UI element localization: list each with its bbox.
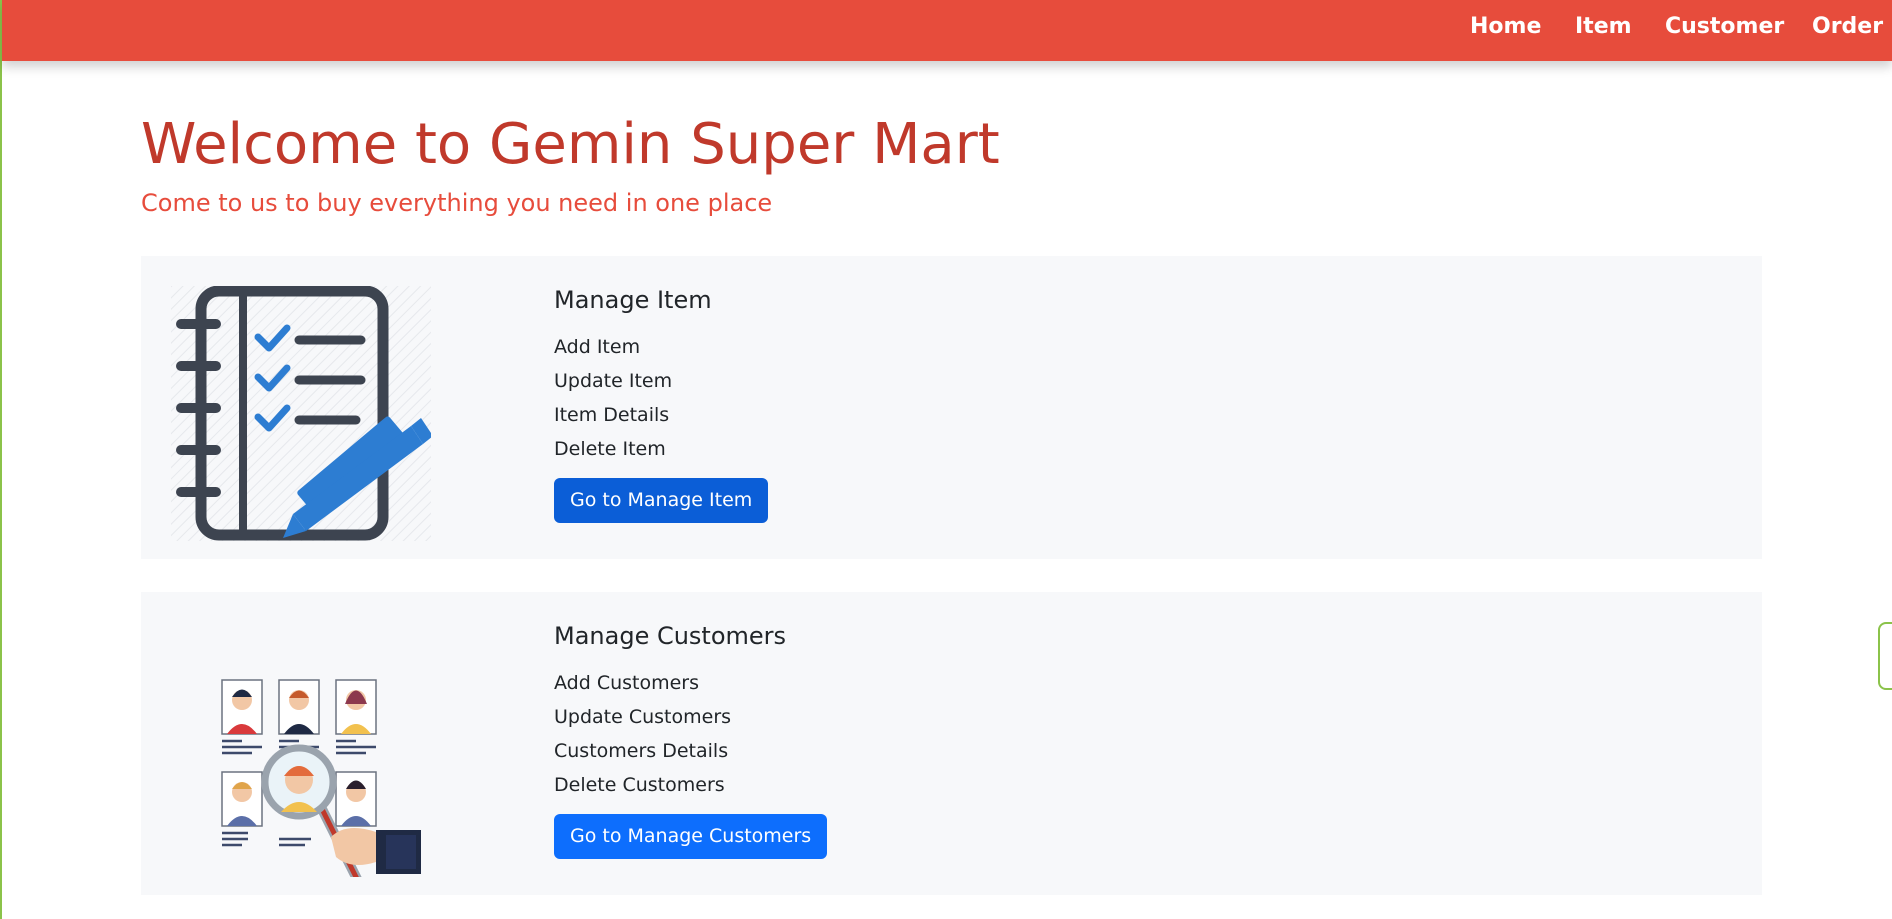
page-title: Welcome to Gemin Super Mart xyxy=(141,112,1000,177)
side-panel-handle[interactable] xyxy=(1878,622,1892,690)
feature-item-details: Item Details xyxy=(554,404,670,426)
manage-item-feature-list: Add Item Update Item Item Details Delete… xyxy=(554,330,768,466)
page-subtitle: Come to us to buy everything you need in… xyxy=(141,189,773,217)
manage-item-heading: Manage Item xyxy=(554,286,712,314)
nav-link-home[interactable]: Home xyxy=(1470,14,1541,39)
feature-add-item: Add Item xyxy=(554,336,641,358)
manage-customers-body: Manage Customers Add Customers Update Cu… xyxy=(554,622,828,859)
feature-update-item: Update Item xyxy=(554,370,673,392)
manage-customers-feature-list: Add Customers Update Customers Customers… xyxy=(554,666,827,802)
go-to-manage-customers-button[interactable]: Go to Manage Customers xyxy=(554,814,828,859)
top-navbar: Home Item Customer Order xyxy=(2,0,1892,61)
manage-customers-card: Manage Customers Add Customers Update Cu… xyxy=(141,592,1762,895)
nav-link-order[interactable]: Order xyxy=(1812,14,1883,39)
manage-item-body: Manage Item Add Item Update Item Item De… xyxy=(554,286,769,523)
feature-delete-item: Delete Item xyxy=(554,438,666,460)
feature-update-customers: Update Customers xyxy=(554,706,732,728)
feature-delete-customers: Delete Customers xyxy=(554,774,725,796)
manage-item-card: Manage Item Add Item Update Item Item De… xyxy=(141,256,1762,559)
nav-link-customer[interactable]: Customer xyxy=(1665,14,1784,39)
manage-customers-heading: Manage Customers xyxy=(554,622,787,650)
feature-customers-details: Customers Details xyxy=(554,740,729,762)
nav-link-item[interactable]: Item xyxy=(1575,14,1632,39)
feature-add-customers: Add Customers xyxy=(554,672,700,694)
customer-search-icon xyxy=(171,622,431,892)
checklist-notebook-icon xyxy=(171,285,433,541)
go-to-manage-item-button[interactable]: Go to Manage Item xyxy=(554,478,769,523)
